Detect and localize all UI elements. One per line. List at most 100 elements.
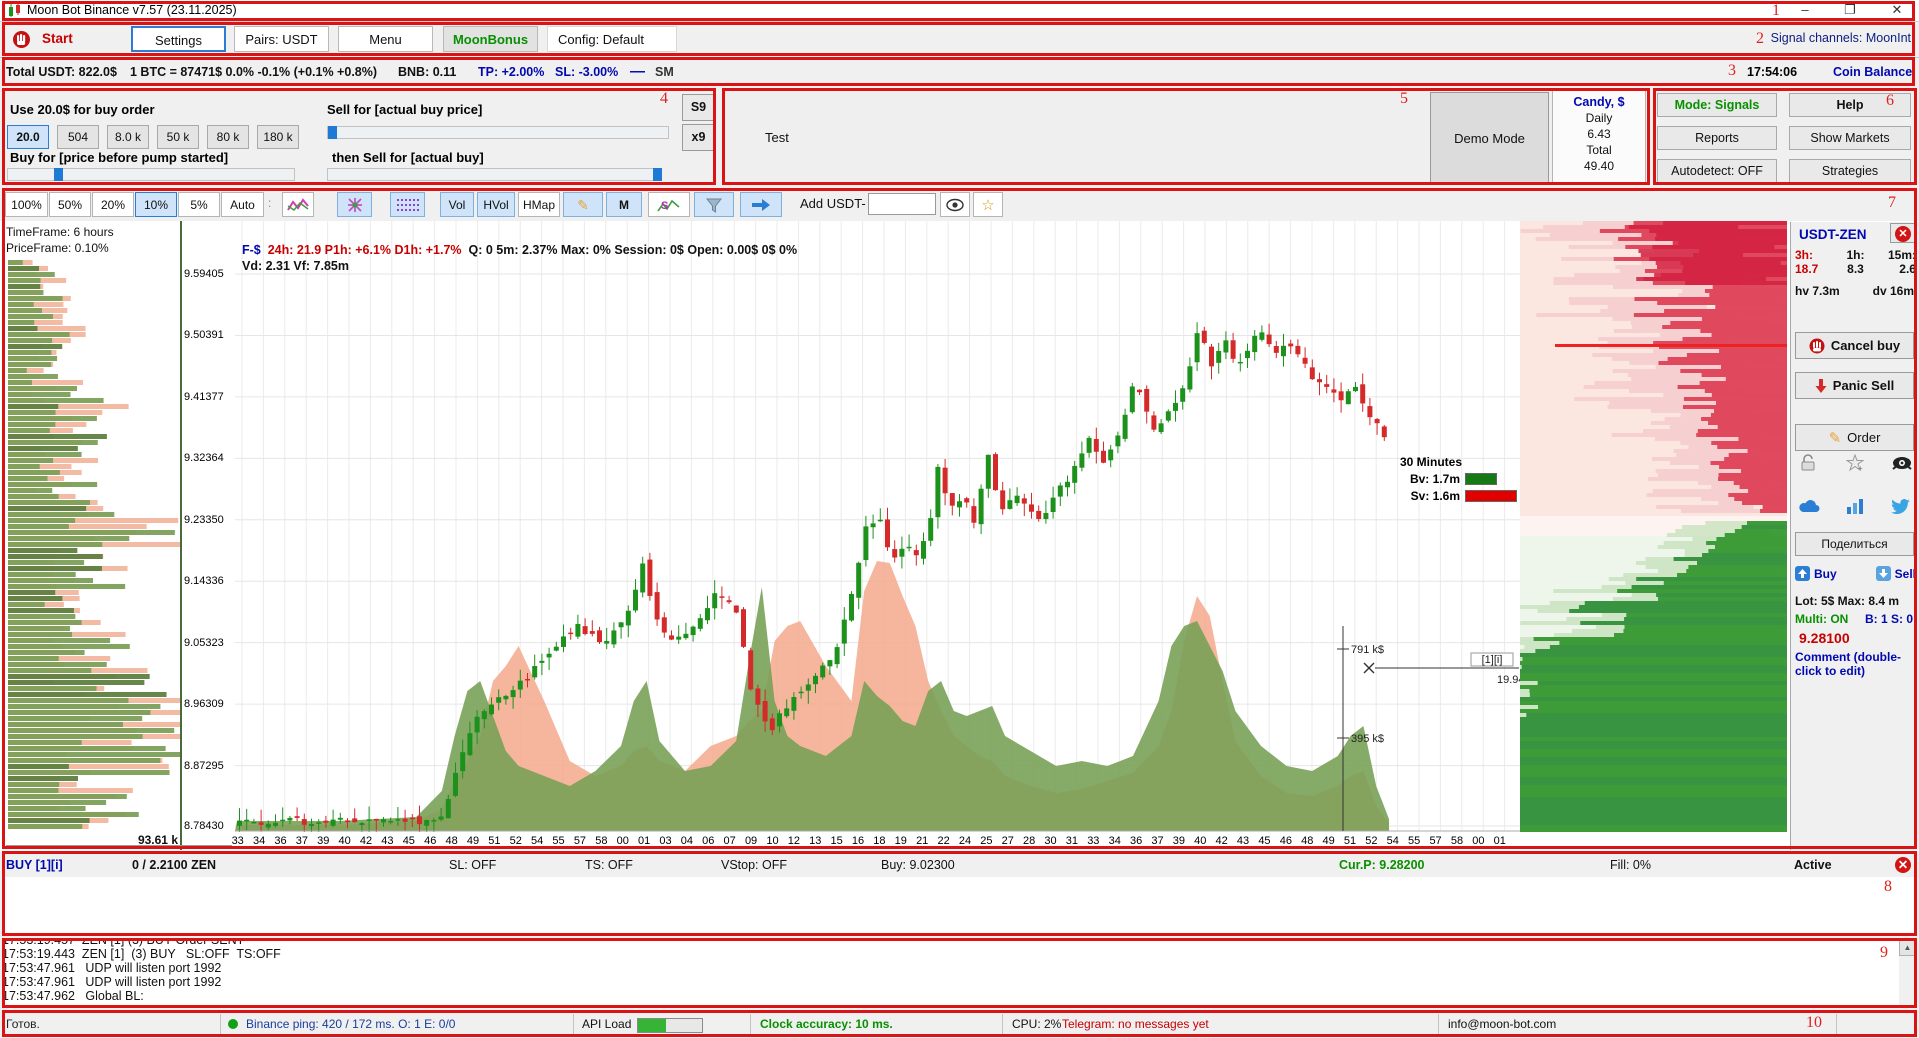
mode-button[interactable]: Autodetect: OFF	[1657, 159, 1777, 183]
stop-hand-icon[interactable]	[12, 30, 31, 49]
mode-button[interactable]: Show Markets	[1789, 126, 1911, 150]
settings-button[interactable]: Settings	[131, 26, 226, 52]
time-axis-label: 30	[1040, 835, 1061, 847]
multi-status[interactable]: Multi: ON	[1795, 612, 1848, 626]
annotation-number-1: 1	[1772, 2, 1780, 20]
time-axis-label: 16	[847, 835, 868, 847]
annotation-number-6: 6	[1886, 92, 1894, 110]
sell-price-slider[interactable]	[327, 126, 669, 139]
amount-button[interactable]: 180 k	[257, 125, 299, 149]
price-plot[interactable]: 791 k$395 k$[1][i]19.94$	[235, 221, 1520, 832]
tp-setting[interactable]: TP: +2.00%	[478, 58, 544, 86]
log-scrollbar[interactable]: ▲	[1899, 940, 1916, 1007]
then-sell-slider-handle[interactable]	[653, 168, 662, 181]
order-side: BUY [1][i]	[6, 853, 63, 877]
zoom-button-50pct[interactable]: 50%	[49, 192, 91, 217]
profile-divider[interactable]	[180, 221, 182, 850]
star-plus-icon[interactable]: +	[1846, 454, 1864, 472]
log-panel[interactable]: 17:53:19.457 ZEN [1] (3) BUY Order SENT1…	[2, 939, 1917, 1008]
then-sell-slider[interactable]	[327, 168, 662, 181]
time-axis-label: 21	[912, 835, 933, 847]
hvol-toggle[interactable]: HVol	[477, 192, 515, 217]
coin-balance-link[interactable]: Coin Balance	[1833, 58, 1912, 86]
vol-toggle[interactable]: Vol	[440, 192, 474, 217]
mode-button[interactable]: Strategies	[1789, 159, 1911, 183]
share-button[interactable]: Поделиться	[1795, 532, 1914, 556]
s9-button[interactable]: S9	[682, 94, 715, 121]
stat-15m-value: 2.6	[1876, 262, 1916, 276]
buy-toggle[interactable]: Buy	[1795, 566, 1837, 581]
next-arrow-icon[interactable]	[740, 192, 782, 217]
zoom-button-20pct[interactable]: 20%	[92, 192, 134, 217]
flower-indicator-icon[interactable]	[337, 192, 372, 217]
ready-status: Готов.	[6, 1011, 40, 1037]
buy-price-slider[interactable]	[7, 168, 295, 181]
zoom-button-Auto[interactable]: Auto	[221, 192, 264, 217]
order-button[interactable]: ✎ Order	[1795, 424, 1914, 451]
sell-price-slider-handle[interactable]	[328, 126, 337, 139]
time-axis-label: 36	[270, 835, 291, 847]
close-button[interactable]: ✕	[1880, 0, 1914, 21]
amount-button[interactable]: 80 k	[207, 125, 249, 149]
lock-icon[interactable]	[1799, 454, 1817, 472]
comment-field[interactable]: Comment (double-click to edit)	[1795, 650, 1915, 678]
amount-button[interactable]: 50 k	[157, 125, 199, 149]
close-pair-button[interactable]: ✕	[1890, 223, 1916, 243]
add-usdt-input[interactable]	[868, 193, 936, 215]
watch-eye-icon[interactable]	[940, 192, 970, 217]
zoom-button-100pct[interactable]: 100%	[5, 192, 48, 217]
x9-button[interactable]: x9	[682, 124, 715, 151]
test-strategy-label[interactable]: Test	[765, 130, 789, 145]
amount-button[interactable]: 504	[57, 125, 99, 149]
stat-3h-value: 18.7	[1795, 262, 1835, 276]
current-price: 9.28100	[1799, 630, 1850, 646]
config-selector[interactable]: Config: Default	[547, 26, 677, 52]
time-axis-label: 34	[248, 835, 269, 847]
zoom-button-10pct[interactable]: 10%	[135, 192, 177, 217]
cloud-upload-icon[interactable]	[1799, 498, 1821, 514]
time-axis-label: 04	[676, 835, 697, 847]
sm-label[interactable]: SM	[655, 58, 674, 86]
start-button[interactable]: Start	[42, 26, 73, 52]
menu-button[interactable]: Menu	[338, 26, 433, 52]
moonbonus-button[interactable]: MoonBonus	[443, 26, 538, 52]
chart-bars-icon[interactable]	[1846, 498, 1866, 514]
spy-eye-icon[interactable]	[1892, 454, 1912, 472]
minimize-button[interactable]: –	[1788, 0, 1822, 21]
mode-button[interactable]: Mode: Signals	[1657, 93, 1777, 117]
support-email[interactable]: info@moon-bot.com	[1448, 1011, 1556, 1037]
stat-1h-value: 8.3	[1835, 262, 1875, 276]
scroll-up-icon[interactable]: ▲	[1899, 940, 1916, 956]
zoom-button-5pct[interactable]: 5%	[178, 192, 220, 217]
twitter-icon[interactable]	[1890, 498, 1912, 514]
price-axis-label: 9.41377	[184, 391, 224, 403]
order-close-icon[interactable]: ✕	[1895, 857, 1911, 873]
buy-price-slider-handle[interactable]	[54, 168, 63, 181]
hmap-toggle[interactable]: HMap	[518, 192, 560, 217]
draw-pencil-icon[interactable]: ✎	[563, 192, 603, 217]
amount-button[interactable]: 20.0	[7, 125, 49, 149]
signals-chart-icon[interactable]: S	[648, 192, 690, 217]
zigzag-indicator-icon[interactable]	[282, 192, 314, 217]
candy-stats-panel: Candy, $ Daily6.43Total49.40	[1552, 90, 1646, 183]
favorite-star-icon[interactable]: ☆	[973, 192, 1003, 217]
time-axis-label: 45	[1254, 835, 1275, 847]
sl-setting[interactable]: SL: -3.00%	[555, 58, 618, 86]
pair-name: USDT-ZEN	[1799, 227, 1867, 242]
maximize-button[interactable]: ❐	[1833, 0, 1867, 21]
cancel-buy-button[interactable]: Cancel buy	[1795, 332, 1914, 359]
pairs-button[interactable]: Pairs: USDT	[234, 26, 329, 52]
time-axis-label: 27	[997, 835, 1018, 847]
m-toggle[interactable]: M	[606, 192, 642, 217]
amount-button[interactable]: 8.0 k	[107, 125, 149, 149]
order-row[interactable]: BUY [1][i] 0 / 2.2100 ZEN SL: OFF TS: OF…	[2, 853, 1917, 878]
chart-area[interactable]: TimeFrame: 6 hours PriceFrame: 0.10% 9.5…	[0, 221, 1919, 851]
panic-sell-button[interactable]: Panic Sell	[1795, 372, 1914, 399]
mode-button[interactable]: Reports	[1657, 126, 1777, 150]
log-line: 17:53:47.962 Global BL:	[2, 989, 1917, 1003]
dotted-levels-icon[interactable]	[390, 192, 425, 217]
filter-funnel-icon[interactable]	[694, 192, 734, 217]
sell-toggle[interactable]: Sell	[1876, 566, 1916, 581]
buy-toggle-label: Buy	[1814, 567, 1837, 581]
candy-stat: Total	[1553, 142, 1645, 158]
